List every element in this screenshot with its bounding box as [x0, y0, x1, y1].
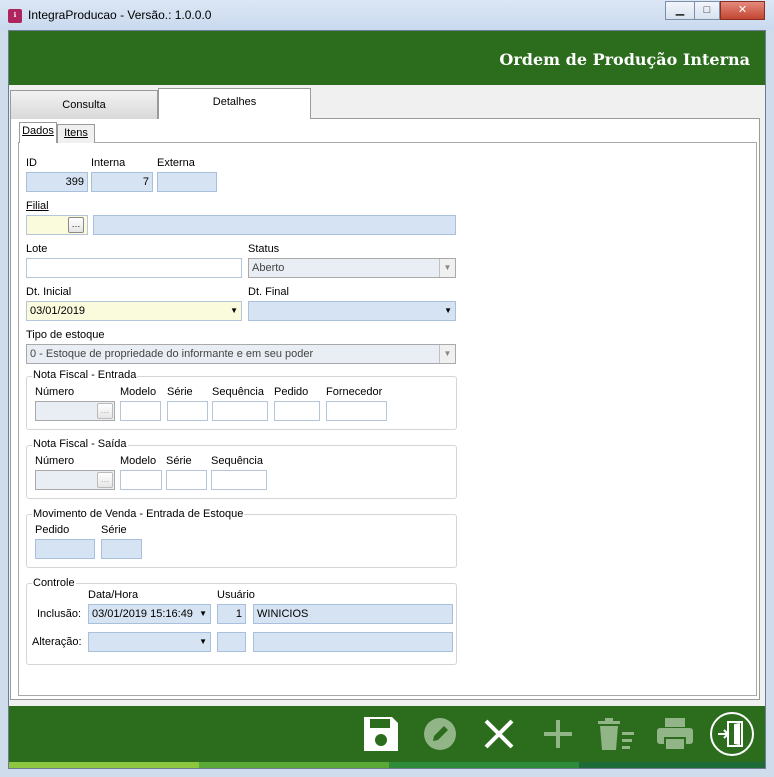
alteracao-user-id-field: [217, 632, 246, 652]
footer-stripe: [9, 762, 199, 768]
nf-entrada-numero-label: Número: [35, 386, 75, 398]
nf-saida-serie-label: Série: [166, 455, 192, 467]
inclusao-user-name-field: WINICIOS: [253, 604, 453, 624]
tipo-estoque-value: 0 - Estoque de propriedade do informante…: [30, 348, 314, 360]
dt-inicial-picker[interactable]: 03/01/2019 ▼: [26, 301, 242, 321]
tab-dados[interactable]: Dados: [19, 122, 57, 143]
save-button[interactable]: [361, 714, 401, 754]
nf-entrada-pedido-label: Pedido: [274, 386, 309, 398]
nf-entrada-fornecedor-field[interactable]: [326, 401, 387, 421]
mov-venda-serie-label: Série: [101, 524, 127, 536]
footer-stripe: [389, 762, 579, 768]
mov-venda-title: Movimento de Venda - Entrada de Estoque: [32, 508, 245, 520]
chevron-down-icon: ▼: [230, 306, 238, 315]
chevron-down-icon: ▼: [444, 306, 452, 315]
inclusao-datahora-value: 03/01/2019 15:16:49: [92, 608, 193, 620]
nf-saida-sequencia-label: Sequência: [211, 455, 263, 467]
lote-field[interactable]: [26, 258, 242, 278]
nf-entrada-modelo-label: Modelo: [120, 386, 157, 398]
lote-label: Lote: [26, 243, 48, 255]
tab-detalhes[interactable]: Detalhes: [158, 88, 311, 119]
inclusao-datahora-picker[interactable]: 03/01/2019 15:16:49 ▼: [88, 604, 211, 624]
chevron-down-icon: ▼: [199, 637, 207, 646]
controle-usuario-header: Usuário: [217, 589, 255, 601]
chevron-down-icon: ▼: [199, 609, 207, 618]
chevron-down-icon: ▼: [439, 259, 455, 277]
filial-lookup-button[interactable]: …: [68, 217, 84, 233]
tab-consulta[interactable]: Consulta: [10, 90, 158, 119]
nf-saida-title: Nota Fiscal - Saída: [32, 438, 128, 450]
nf-saida-numero-label: Número: [35, 455, 75, 467]
nf-entrada-serie-label: Série: [167, 386, 193, 398]
externa-field[interactable]: [157, 172, 217, 192]
nf-entrada-fornecedor-label: Fornecedor: [326, 386, 383, 398]
print-button[interactable]: [655, 714, 695, 754]
status-value: Aberto: [252, 262, 285, 274]
edit-button[interactable]: [420, 714, 460, 754]
nf-saida-modelo-label: Modelo: [120, 455, 157, 467]
nf-entrada-pedido-field[interactable]: [274, 401, 320, 421]
filial-label: Filial: [26, 200, 49, 212]
nf-saida-sequencia-field[interactable]: [211, 470, 267, 490]
cancel-icon: [484, 719, 514, 749]
nf-entrada-sequencia-label: Sequência: [212, 386, 264, 398]
controle-datahora-header: Data/Hora: [88, 589, 139, 601]
nf-entrada-modelo-field[interactable]: [120, 401, 161, 421]
page-title: Ordem de Produção Interna: [499, 50, 750, 69]
alteracao-user-name-field: [253, 632, 453, 652]
exit-button[interactable]: [710, 712, 754, 756]
inclusao-label: Inclusão:: [37, 608, 82, 620]
tab-itens[interactable]: Itens: [57, 124, 95, 143]
save-icon: [364, 717, 398, 751]
dt-inicial-label: Dt. Inicial: [26, 286, 72, 298]
status-select[interactable]: Aberto ▼: [248, 258, 456, 278]
nf-saida-lookup-button[interactable]: …: [97, 472, 113, 488]
add-icon: [544, 720, 572, 748]
inclusao-user-id-field: 1: [217, 604, 246, 624]
nf-entrada-sequencia-field[interactable]: [212, 401, 268, 421]
nf-saida-modelo-field[interactable]: [120, 470, 162, 490]
footer-stripe: [579, 762, 765, 768]
interna-field[interactable]: 7: [91, 172, 153, 192]
status-label: Status: [248, 243, 280, 255]
exit-icon: [710, 712, 754, 756]
alteracao-label: Alteração:: [32, 636, 82, 648]
mov-venda-serie-field[interactable]: [101, 539, 142, 559]
window-title: IntegraProducao - Versão.: 1.0.0.0: [28, 8, 212, 22]
nf-entrada-title: Nota Fiscal - Entrada: [32, 369, 138, 381]
close-button[interactable]: ✕: [720, 1, 765, 20]
cancel-button[interactable]: [479, 714, 519, 754]
filial-name-field: [93, 215, 456, 235]
dt-inicial-value: 03/01/2019: [30, 305, 86, 317]
externa-label: Externa: [157, 157, 195, 169]
app-icon: ℹ: [8, 9, 22, 23]
edit-icon: [424, 718, 456, 750]
nf-saida-serie-field[interactable]: [166, 470, 207, 490]
controle-title: Controle: [32, 577, 76, 589]
maximize-button[interactable]: □: [694, 1, 720, 20]
tipo-estoque-label: Tipo de estoque: [26, 329, 105, 341]
id-label: ID: [26, 157, 37, 169]
dt-final-picker[interactable]: ▼: [248, 301, 456, 321]
minimize-button[interactable]: ▁: [665, 1, 695, 20]
footer-stripe: [199, 762, 389, 768]
interna-label: Interna: [91, 157, 126, 169]
dt-final-label: Dt. Final: [248, 286, 289, 298]
delete-button[interactable]: [596, 714, 636, 754]
nf-entrada-serie-field[interactable]: [167, 401, 208, 421]
delete-list-icon: [598, 718, 634, 750]
nf-entrada-lookup-button[interactable]: …: [97, 403, 113, 419]
chevron-down-icon: ▼: [439, 345, 455, 363]
mov-venda-pedido-label: Pedido: [35, 524, 70, 536]
mov-venda-pedido-field[interactable]: [35, 539, 95, 559]
add-button[interactable]: [538, 714, 578, 754]
alteracao-datahora-picker[interactable]: ▼: [88, 632, 211, 652]
tipo-estoque-select[interactable]: 0 - Estoque de propriedade do informante…: [26, 344, 456, 364]
id-field[interactable]: 399: [26, 172, 88, 192]
print-icon: [657, 718, 693, 751]
